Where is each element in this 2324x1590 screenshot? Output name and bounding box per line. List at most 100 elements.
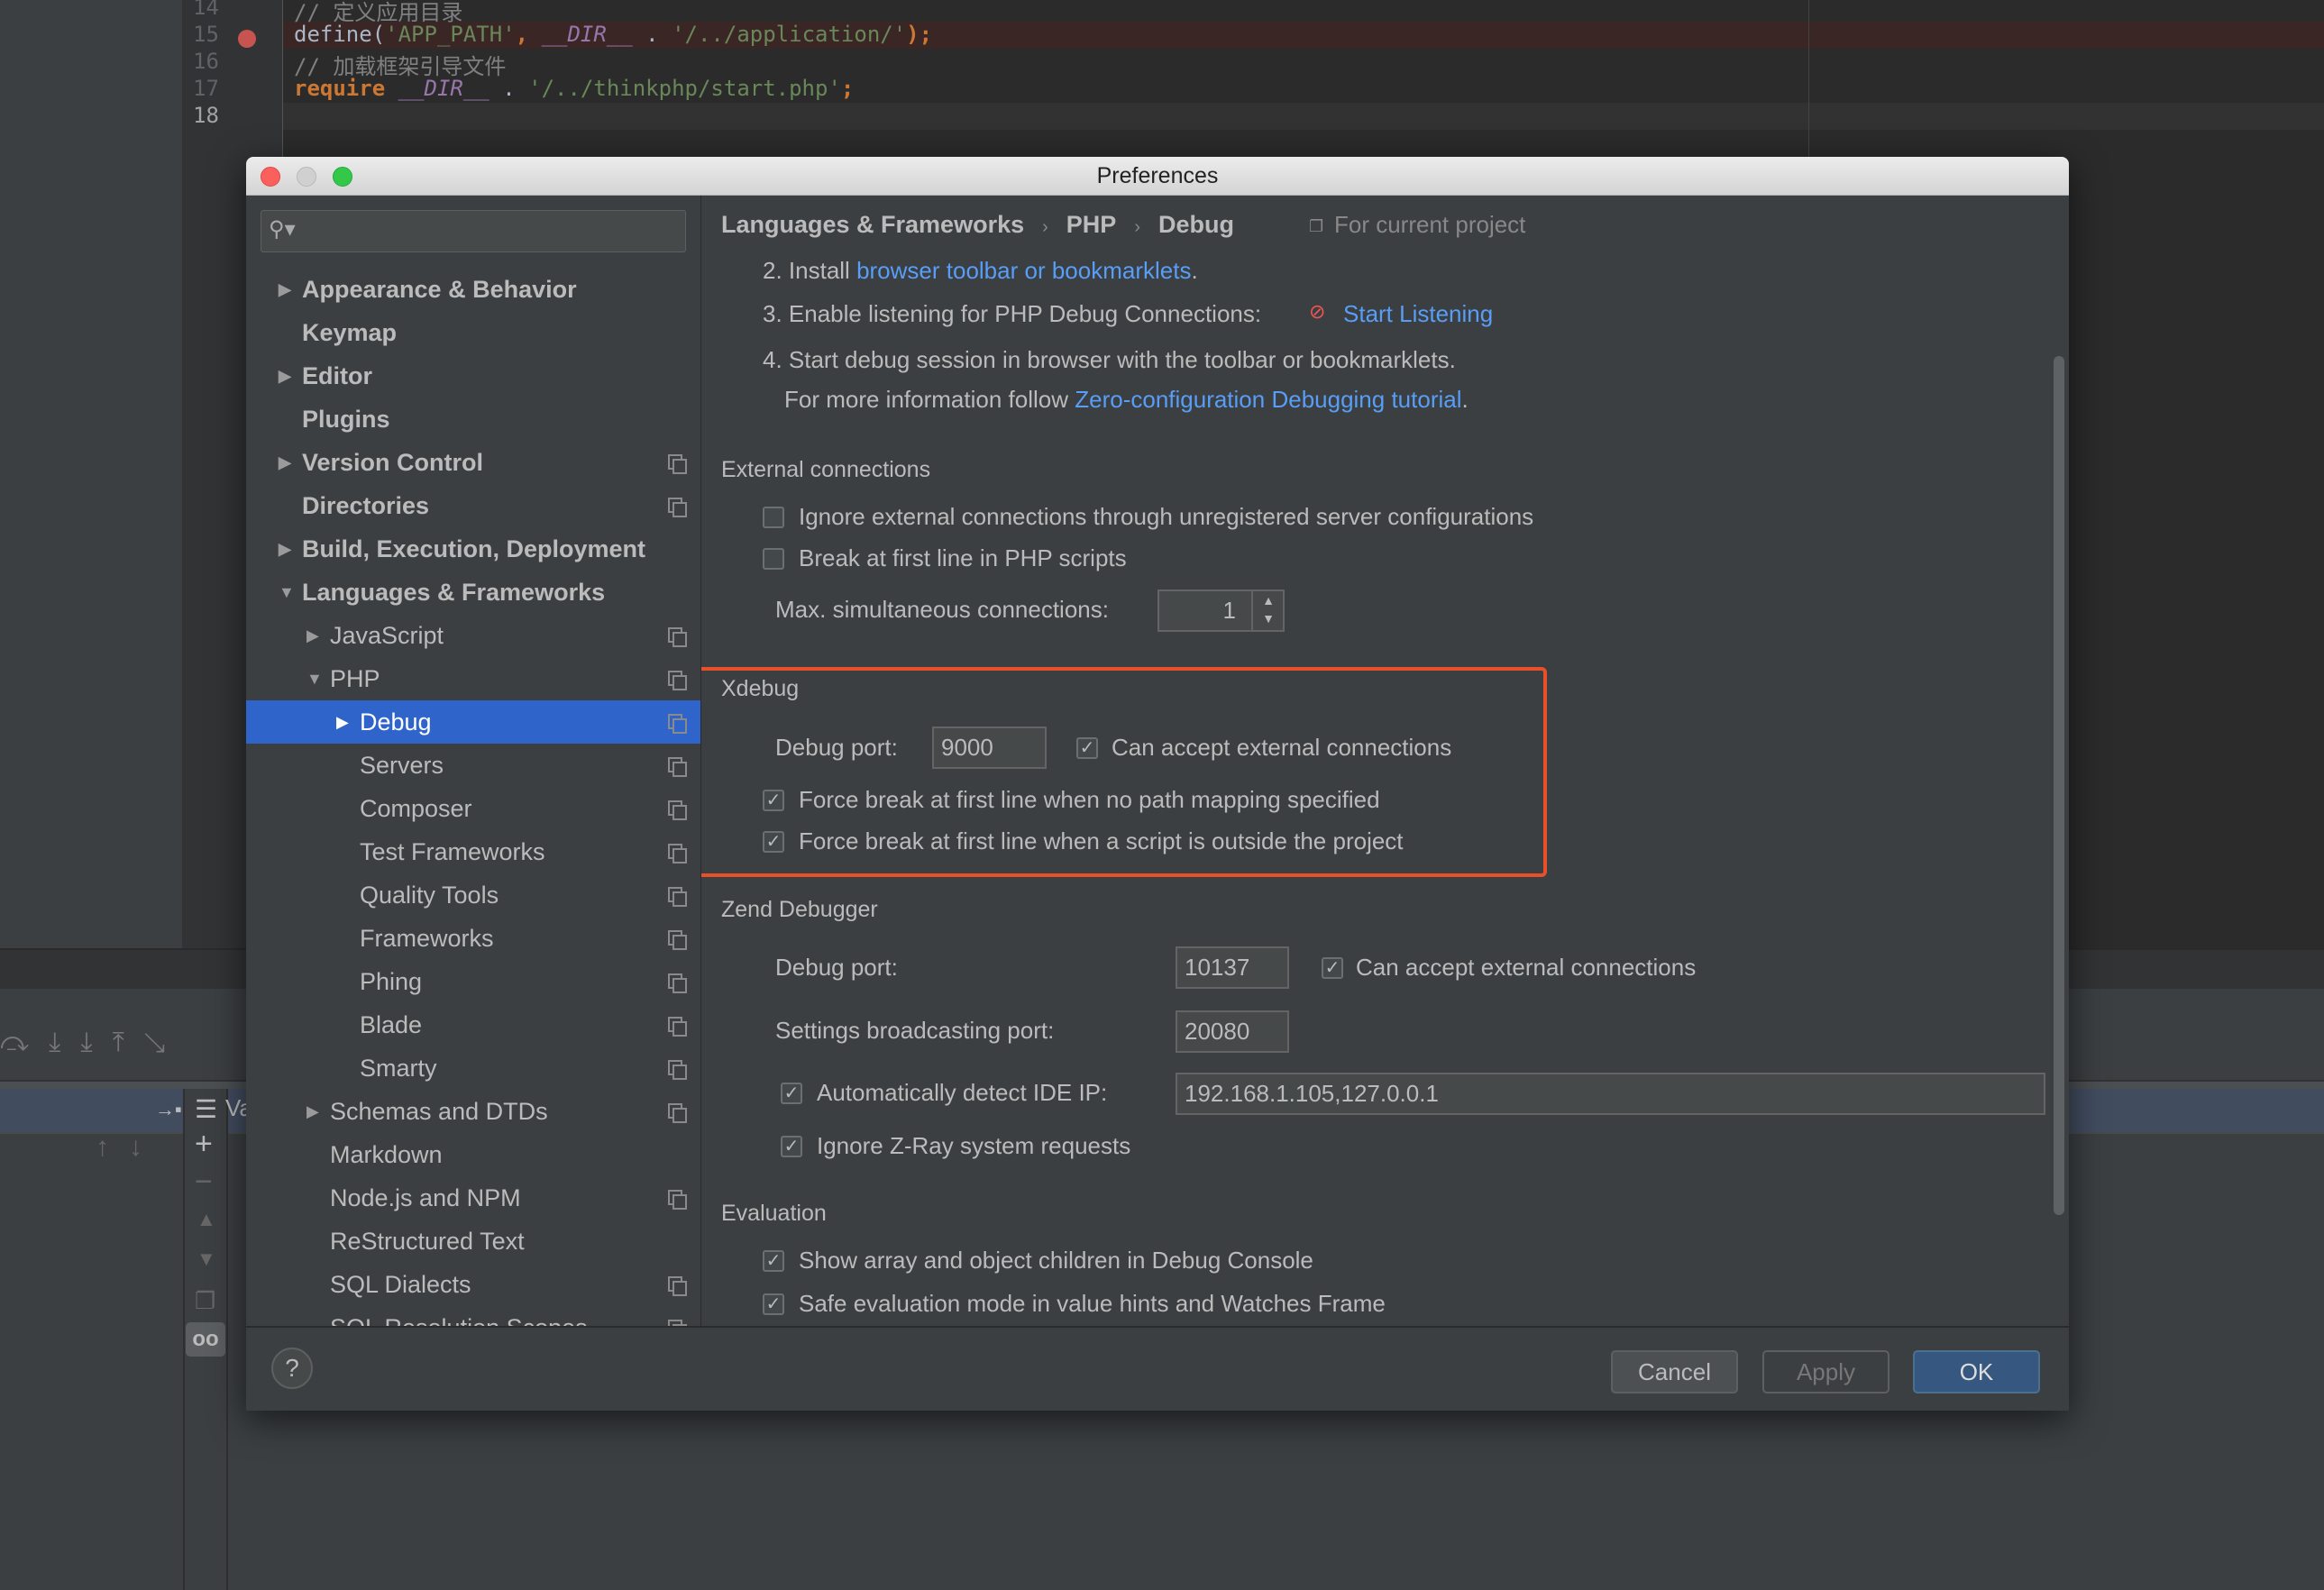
tree-item-label: Composer <box>360 795 472 822</box>
settings-tree: ⚲▾ ▶ Appearance & Behavior Keymap ▶ Editor Pl… <box>246 196 701 1326</box>
chevron-right-icon[interactable]: ▶ <box>279 527 291 571</box>
tree-item-languages-frameworks[interactable]: ▼ Languages & Frameworks <box>246 571 700 614</box>
remove-watch-icon[interactable]: − <box>195 1165 213 1200</box>
tree-item-composer[interactable]: Composer <box>246 787 700 830</box>
apply-button[interactable]: Apply <box>1762 1350 1889 1394</box>
external-connections-title: External connections <box>721 457 931 482</box>
tree-item-label: SQL Resolution Scopes <box>330 1306 588 1326</box>
add-watch-icon[interactable]: + <box>195 1127 213 1162</box>
move-down-icon[interactable]: ▼ <box>197 1247 216 1271</box>
start-listening-icon[interactable]: ⊘ <box>1309 300 1325 324</box>
chevron-right-icon[interactable]: ▶ <box>307 614 319 657</box>
step-icons[interactable]: ⤼⤓⤓⤒↘ <box>0 1028 243 1058</box>
browser-toolbar-link[interactable]: browser toolbar or bookmarklets <box>856 257 1191 284</box>
chevron-right-icon[interactable]: ▶ <box>336 700 349 744</box>
breadcrumb-separator: › <box>1042 217 1048 237</box>
tree-item-plugins[interactable]: Plugins <box>246 398 700 441</box>
break-first-line-checkbox[interactable] <box>763 548 784 570</box>
tree-item-schemas-and-dtds[interactable]: ▶ Schemas and DTDs <box>246 1090 700 1133</box>
tree-item-frameworks[interactable]: Frameworks <box>246 917 700 960</box>
zend-port-input[interactable]: 10137 <box>1176 946 1289 989</box>
tree-item-smarty[interactable]: Smarty <box>246 1046 700 1090</box>
help-button[interactable]: ? <box>271 1348 313 1389</box>
search-icon: ⚲▾ <box>269 217 296 242</box>
scrollbar[interactable] <box>2054 356 2064 1215</box>
tree-item-phing[interactable]: Phing <box>246 960 700 1003</box>
breadcrumb-item[interactable]: Debug <box>1158 211 1234 238</box>
line-number: 16 <box>193 49 219 74</box>
breadcrumb-item[interactable]: Languages & Frameworks <box>721 211 1024 238</box>
tree-item-label: Appearance & Behavior <box>302 276 577 303</box>
chevron-right-icon[interactable]: ▶ <box>279 268 291 311</box>
line-number: 17 <box>193 76 219 101</box>
auto-detect-ip-checkbox[interactable]: ✓ <box>781 1083 802 1104</box>
current-line-highlight <box>283 103 2324 130</box>
code-line[interactable]: define('APP_PATH', __DIR__ . '/../applic… <box>294 22 932 47</box>
tree-item-restructured-text[interactable]: ReStructured Text <box>246 1220 700 1263</box>
restore-layout-icon[interactable]: →▪ <box>155 1098 182 1121</box>
tree-item-blade[interactable]: Blade <box>246 1003 700 1046</box>
tutorial-link[interactable]: Zero-configuration Debugging tutorial <box>1075 386 1461 413</box>
zoom-button[interactable] <box>333 167 352 187</box>
dialog-footer: ? Cancel Apply OK <box>246 1326 2069 1411</box>
tree-item-directories[interactable]: Directories <box>246 484 700 527</box>
list-icon: ☰ <box>195 1095 218 1123</box>
breakpoint-icon[interactable] <box>238 30 256 48</box>
text: For more information follow <box>784 386 1075 413</box>
chevron-right-icon[interactable]: ▶ <box>279 354 291 398</box>
tree-item-markdown[interactable]: Markdown <box>246 1133 700 1176</box>
ignore-zray-checkbox[interactable]: ✓ <box>781 1136 802 1157</box>
tree-item-node-js-and-npm[interactable]: Node.js and NPM <box>246 1176 700 1220</box>
close-button[interactable] <box>261 167 280 187</box>
dialog-title: Preferences <box>1096 163 1219 188</box>
settings-search-input[interactable]: ⚲▾ <box>261 210 686 252</box>
code-line[interactable]: require __DIR__ . '/../thinkphp/start.ph… <box>294 76 854 101</box>
breadcrumb-item[interactable]: PHP <box>1066 211 1117 238</box>
tree-item-label: SQL Dialects <box>330 1271 471 1298</box>
chevron-down-icon[interactable]: ▼ <box>307 657 323 700</box>
broadcast-port-input[interactable]: 20080 <box>1176 1010 1289 1053</box>
step-2: 2. Install browser toolbar or bookmarkle… <box>763 257 1198 285</box>
project-scope-icon: ❐ <box>1309 217 1324 235</box>
copy-icon[interactable]: ❐ <box>195 1287 215 1315</box>
force-break-no-mapping-checkbox[interactable]: ✓ <box>763 790 784 811</box>
move-up-icon[interactable]: ▲ <box>197 1208 216 1231</box>
tree-item-label: PHP <box>330 665 380 692</box>
ignore-external-checkbox[interactable] <box>763 507 784 528</box>
minimize-button[interactable] <box>297 167 316 187</box>
project-scope-icon <box>668 1190 687 1210</box>
ok-button[interactable]: OK <box>1913 1350 2040 1394</box>
tree-item-keymap[interactable]: Keymap <box>246 311 700 354</box>
safe-eval-checkbox[interactable]: ✓ <box>763 1293 784 1315</box>
tree-item-quality-tools[interactable]: Quality Tools <box>246 873 700 917</box>
tree-item-sql-resolution-scopes[interactable]: SQL Resolution Scopes <box>246 1306 700 1326</box>
zend-accept-checkbox[interactable]: ✓ <box>1322 957 1343 979</box>
xdebug-port-input[interactable]: 9000 <box>932 726 1047 769</box>
chevron-down-icon[interactable]: ▼ <box>279 571 295 614</box>
xdebug-accept-checkbox[interactable]: ✓ <box>1076 737 1098 759</box>
tree-item-version-control[interactable]: ▶ Version Control <box>246 441 700 484</box>
tree-item-php[interactable]: ▼ PHP <box>246 657 700 700</box>
ide-ip-input[interactable]: 192.168.1.105,127.0.0.1 <box>1176 1073 2045 1115</box>
chevron-right-icon[interactable]: ▶ <box>307 1090 319 1133</box>
tree-item-debug[interactable]: ▶ Debug <box>246 700 700 744</box>
force-break-outside-checkbox[interactable]: ✓ <box>763 831 784 853</box>
zend-debugger-title: Zend Debugger <box>721 897 878 922</box>
cancel-button[interactable]: Cancel <box>1611 1350 1738 1394</box>
chevron-right-icon[interactable]: ▶ <box>279 441 291 484</box>
tree-item-servers[interactable]: Servers <box>246 744 700 787</box>
force-break-outside-label: Force break at first line when a script … <box>799 827 1404 854</box>
evaluation-title: Evaluation <box>721 1201 827 1226</box>
tree-item-javascript[interactable]: ▶ JavaScript <box>246 614 700 657</box>
glasses-icon[interactable]: oo <box>186 1322 225 1357</box>
tree-item-appearance-behavior[interactable]: ▶ Appearance & Behavior <box>246 268 700 311</box>
tree-item-sql-dialects[interactable]: SQL Dialects <box>246 1263 700 1306</box>
tree-item-editor[interactable]: ▶ Editor <box>246 354 700 398</box>
spinner-arrows-icon[interactable]: ▲ ▼ <box>1251 591 1284 630</box>
frame-nav-icons[interactable]: ↑↓ <box>96 1132 162 1163</box>
start-listening-link[interactable]: Start Listening <box>1343 300 1493 328</box>
show-children-checkbox[interactable]: ✓ <box>763 1250 784 1272</box>
tree-item-test-frameworks[interactable]: Test Frameworks <box>246 830 700 873</box>
tree-item-label: Editor <box>302 362 372 389</box>
tree-item-build-execution-deployment[interactable]: ▶ Build, Execution, Deployment <box>246 527 700 571</box>
